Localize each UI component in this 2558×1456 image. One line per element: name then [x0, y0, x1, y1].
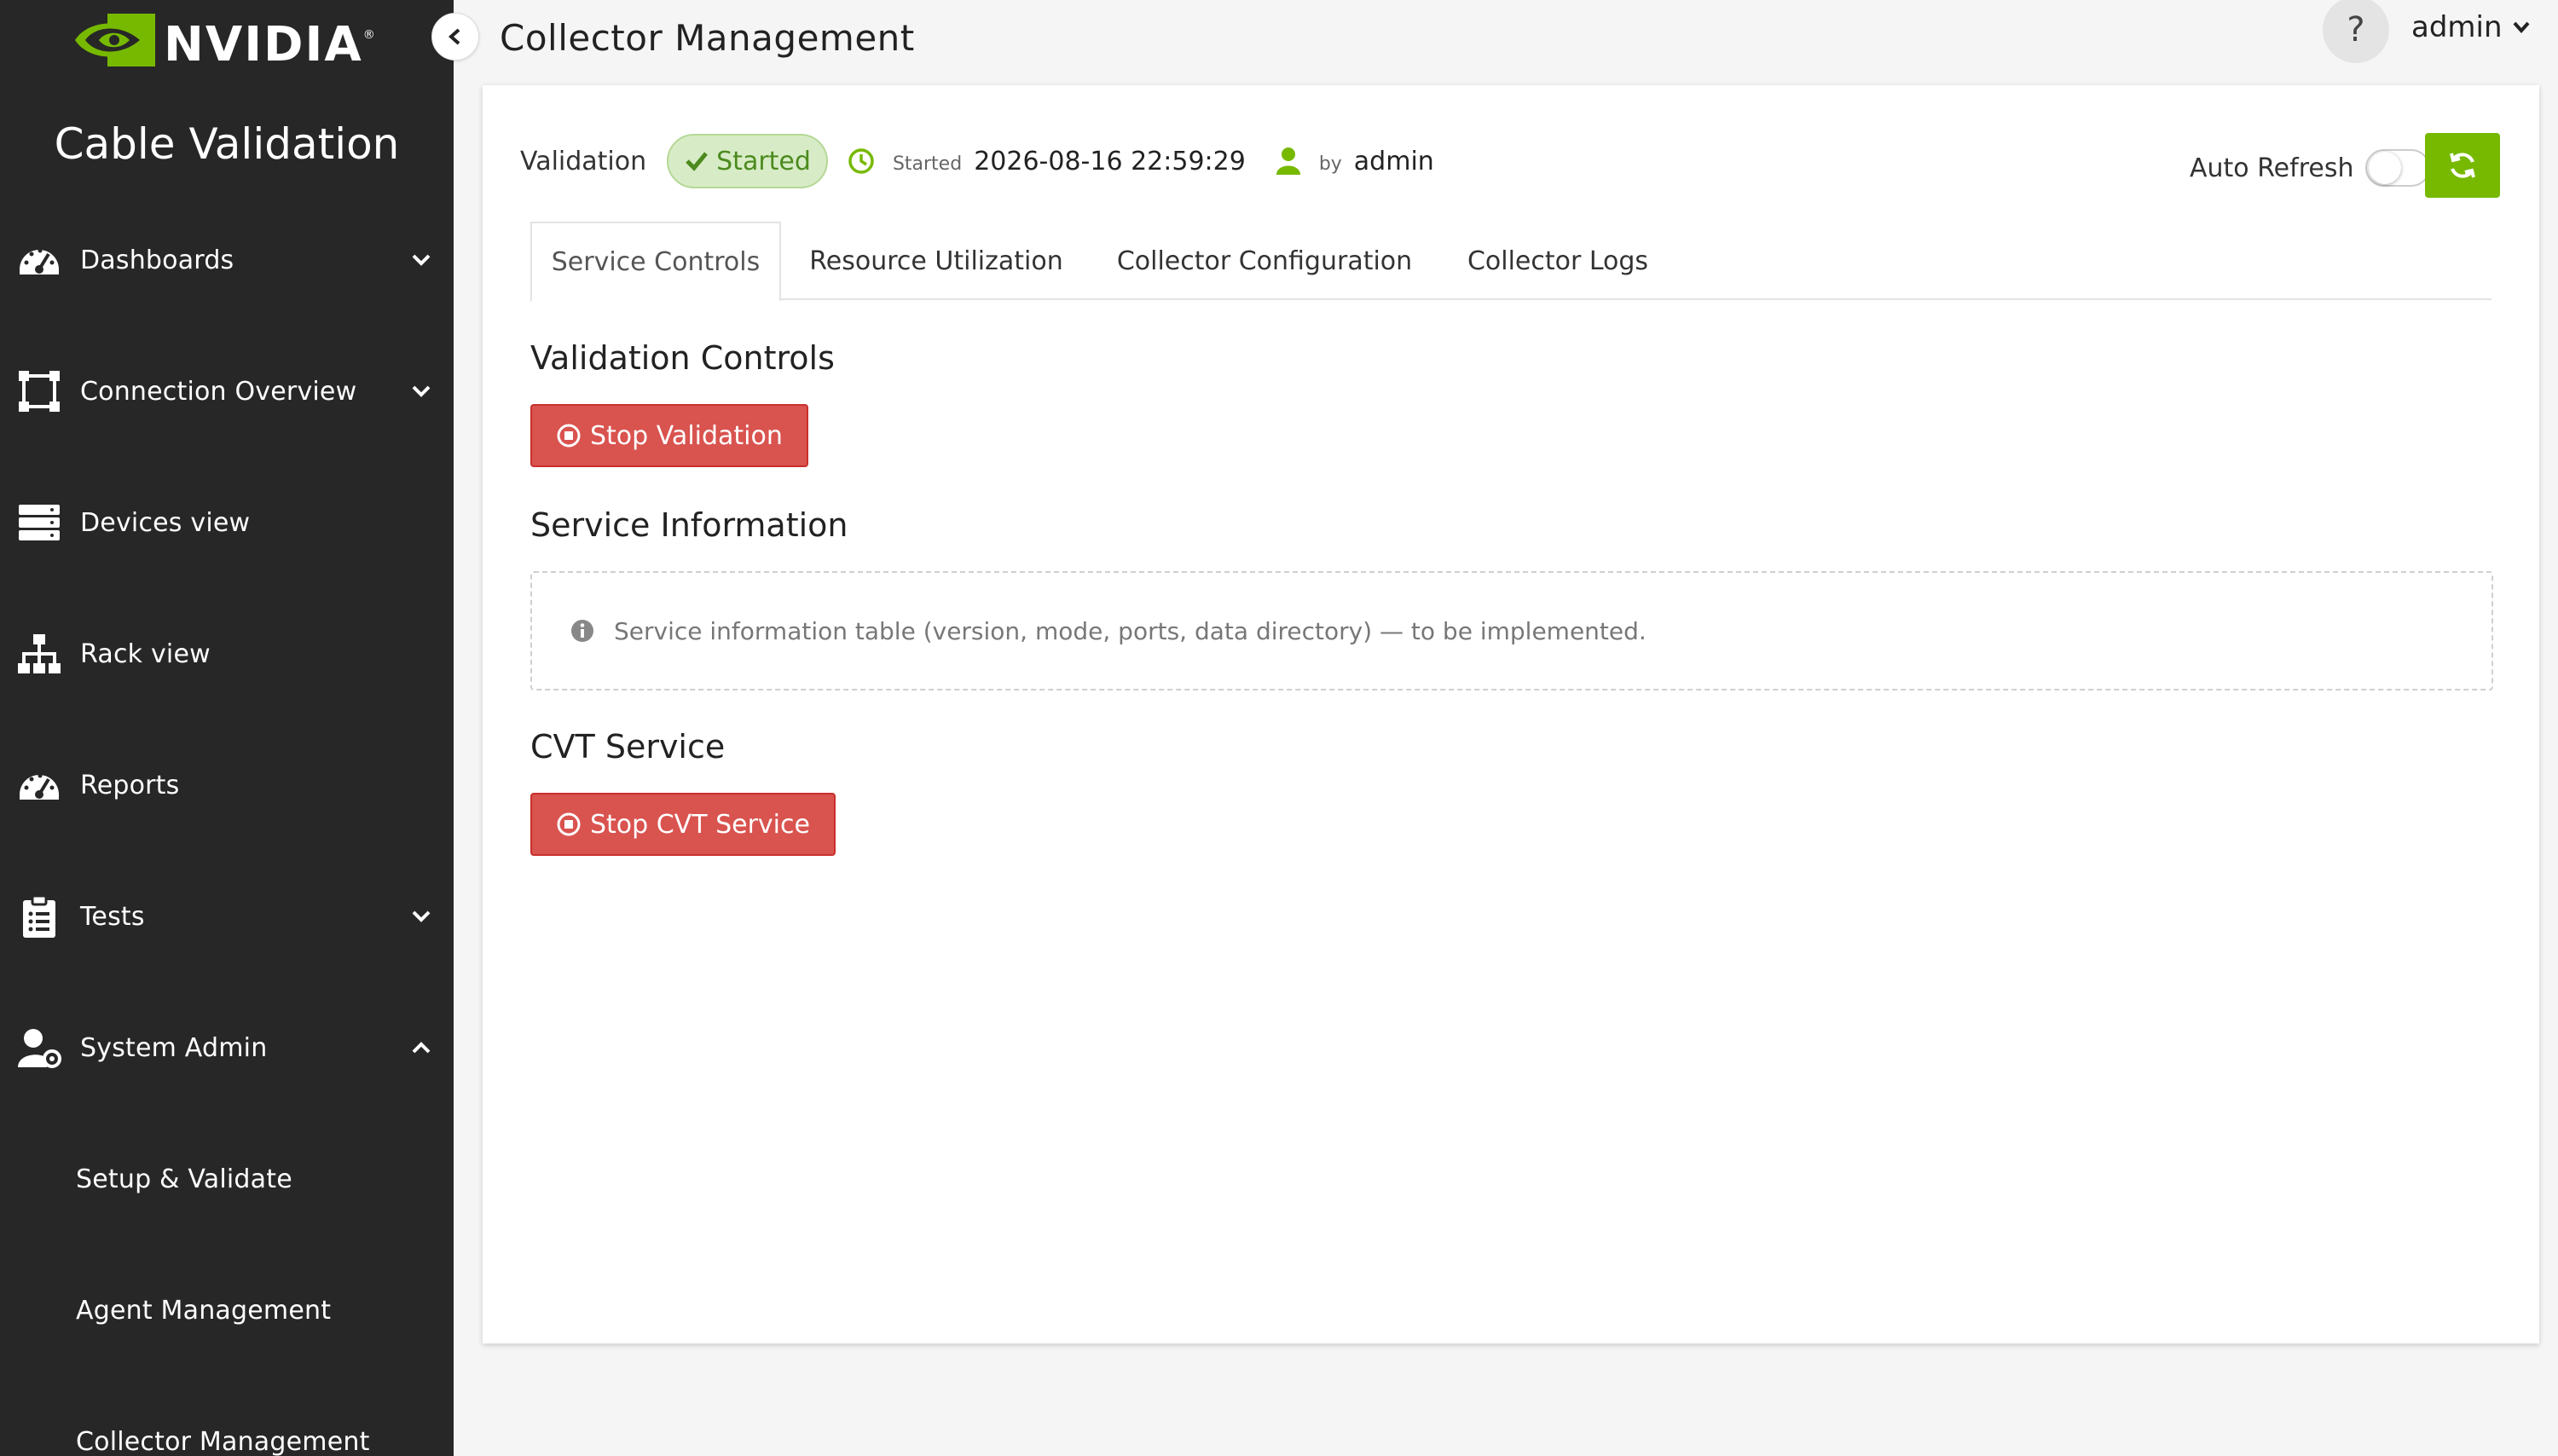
sidebar-item-label: Dashboards [80, 245, 234, 275]
sidebar-subitem-label: Agent Management [76, 1295, 332, 1326]
nvidia-eye-icon [75, 14, 155, 66]
info-circle-icon [571, 620, 593, 642]
stop-validation-label: Stop Validation [590, 420, 783, 451]
service-info-placeholder: Service information table (version, mode… [530, 571, 2493, 690]
chevron-down-icon [408, 246, 435, 274]
validation-label: Validation [520, 146, 647, 176]
refresh-icon [2450, 153, 2475, 178]
sidebar-item-rack-view[interactable]: Rack view [0, 588, 454, 719]
vector-square-icon [15, 367, 63, 415]
service-information-heading: Service Information [530, 506, 848, 544]
started-label: Started [892, 153, 963, 175]
sidebar-item-label: Devices view [80, 507, 251, 538]
stop-circle-icon [557, 812, 581, 836]
server-icon [15, 499, 63, 546]
sidebar-item-tests[interactable]: Tests [0, 851, 454, 982]
sidebar-item-label: System Admin [80, 1032, 268, 1063]
brand-name: NVIDIA® [164, 17, 377, 72]
sidebar-item-dashboards[interactable]: Dashboards [0, 194, 454, 326]
auto-refresh-control: Auto Refresh [2190, 140, 2431, 196]
auto-refresh-label: Auto Refresh [2190, 153, 2354, 183]
user-icon [1276, 147, 1300, 175]
sidebar-item-label: Reports [80, 770, 180, 800]
status-badge: Started [667, 134, 828, 188]
stop-cvt-service-button[interactable]: Stop CVT Service [530, 793, 836, 856]
sidebar-item-reports[interactable]: Reports [0, 719, 454, 851]
app-title: Cable Validation [54, 119, 400, 169]
tab-service-controls[interactable]: Service Controls [530, 222, 781, 302]
sidebar-subitem-setup-validate[interactable]: Setup & Validate [0, 1113, 454, 1245]
user-name: admin [2411, 10, 2503, 44]
by-label: by [1318, 153, 1342, 175]
status-badge-label: Started [716, 146, 811, 176]
check-icon [686, 152, 709, 171]
user-menu[interactable]: admin [2411, 10, 2532, 44]
stop-validation-button[interactable]: Stop Validation [530, 404, 808, 467]
sidebar-item-connection-overview[interactable]: Connection Overview [0, 326, 454, 457]
gauge-icon [15, 236, 63, 284]
chevron-left-icon [448, 28, 460, 45]
sidebar-item-label: Connection Overview [80, 376, 357, 407]
help-button[interactable]: ? [2323, 0, 2389, 63]
page-title: Collector Management [500, 17, 915, 59]
cvt-service-heading: CVT Service [530, 728, 726, 766]
tab-resource-utilization[interactable]: Resource Utilization [791, 222, 1081, 300]
sidebar-subitem-label: Setup & Validate [76, 1164, 292, 1194]
sidebar-subitem-collector-management[interactable]: Collector Management [0, 1376, 454, 1456]
tab-bar: Service Controls Resource Utilization Co… [530, 222, 2491, 302]
stop-cvt-service-label: Stop CVT Service [590, 809, 810, 840]
sidebar-subitem-agent-management[interactable]: Agent Management [0, 1245, 454, 1376]
sidebar-item-label: Rack view [80, 638, 211, 669]
chevron-down-icon [408, 378, 435, 405]
user-gear-icon [15, 1024, 63, 1072]
validation-controls-heading: Validation Controls [530, 339, 835, 377]
sitemap-icon [15, 630, 63, 678]
chevron-down-icon [2513, 21, 2530, 34]
toggle-knob [2369, 152, 2402, 184]
started-time: 2026-08-16 22:59:29 [974, 146, 1246, 176]
validation-status-row: Validation Started Started 2026-08-16 22… [520, 133, 1434, 189]
main-card: Validation Started Started 2026-08-16 22… [483, 85, 2539, 1343]
clipboard-list-icon [15, 893, 63, 940]
chevron-up-icon [408, 1034, 435, 1061]
sidebar: NVIDIA® Cable Validation Dashboards Conn… [0, 0, 454, 1456]
sidebar-item-devices-view[interactable]: Devices view [0, 457, 454, 588]
chevron-down-icon [408, 903, 435, 930]
sidebar-item-system-admin[interactable]: System Admin [0, 982, 454, 1113]
service-info-text: Service information table (version, mode… [614, 616, 1646, 645]
nvidia-logo: NVIDIA® [73, 7, 377, 73]
sidebar-collapse-button[interactable] [431, 13, 479, 61]
tab-collector-configuration[interactable]: Collector Configuration [1098, 222, 1431, 300]
started-by-user: admin [1353, 146, 1434, 176]
sidebar-subitem-label: Collector Management [76, 1426, 370, 1456]
clock-icon [848, 148, 874, 174]
auto-refresh-toggle[interactable] [2365, 149, 2431, 187]
gauge-icon [15, 761, 63, 809]
refresh-button[interactable] [2425, 133, 2500, 198]
sidebar-item-label: Tests [80, 901, 145, 932]
tab-collector-logs[interactable]: Collector Logs [1444, 222, 1671, 300]
stop-circle-icon [557, 424, 581, 448]
